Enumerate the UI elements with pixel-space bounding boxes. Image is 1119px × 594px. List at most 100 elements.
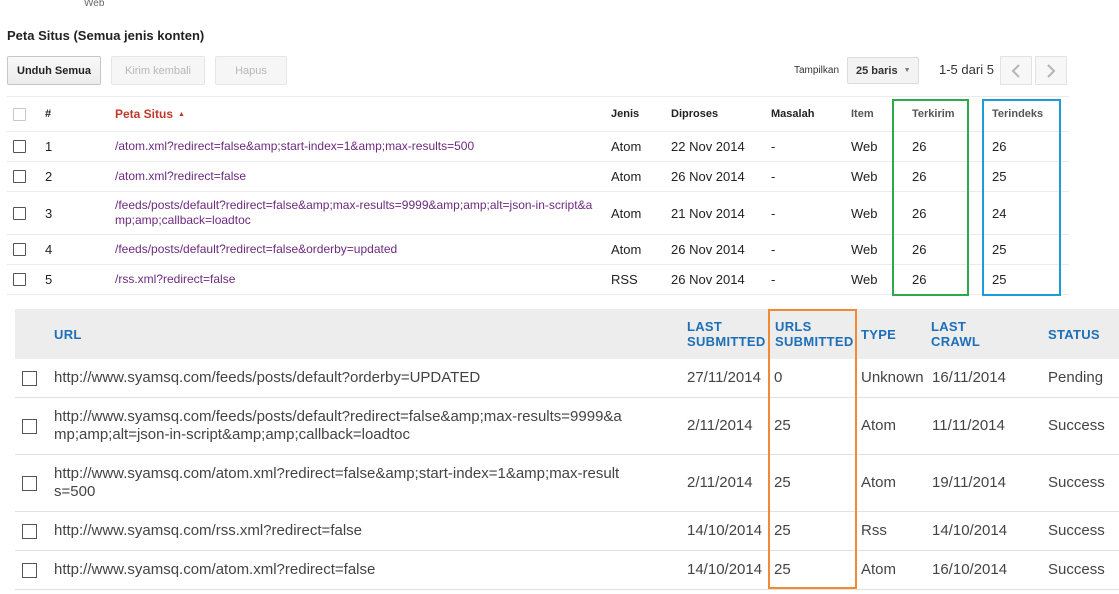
sitemap-processed: 26 Nov 2014 — [671, 272, 745, 287]
row-number: 3 — [45, 205, 53, 221]
row-number: 5 — [45, 272, 53, 287]
last-submitted: 2/11/2014 — [687, 417, 753, 434]
table-row: http://www.syamsq.com/atom.xml?redirect=… — [15, 455, 1119, 512]
submitted-highlight-box — [892, 99, 969, 296]
rows-per-page-value: 25 baris — [856, 64, 898, 77]
next-page-button[interactable] — [1035, 56, 1067, 85]
page-title: Peta Situs (Semua jenis konten) — [7, 28, 205, 43]
table-row: http://www.syamsq.com/rss.xml?redirect=f… — [15, 512, 1119, 551]
sitemap-type: RSS — [611, 272, 638, 287]
column-header-issues[interactable]: Masalah — [771, 97, 814, 131]
sitemap-item: Web — [851, 272, 878, 287]
sitemap-issues: - — [771, 139, 776, 154]
last-crawl: 11/11/2014 — [932, 417, 1005, 434]
last-crawl: 16/11/2014 — [932, 369, 1006, 386]
column-header-type[interactable]: TYPE — [861, 309, 896, 359]
old-table-header: URL LAST SUBMITTED URLS SUBMITTED TYPE L… — [15, 309, 1119, 359]
sitemap-processed: 26 Nov 2014 — [671, 242, 745, 257]
table-row: http://www.syamsq.com/feeds/posts/defaul… — [15, 359, 1119, 398]
indexed-highlight-box — [982, 99, 1061, 296]
column-header-sitemap[interactable]: Peta Situs ▲ — [115, 97, 600, 131]
column-header-sitemap-label: Peta Situs — [115, 106, 174, 121]
sitemap-type: Unknown — [861, 369, 924, 386]
row-number: 1 — [45, 139, 53, 154]
sitemap-url[interactable]: http://www.syamsq.com/feeds/posts/defaul… — [54, 359, 624, 397]
sitemap-item: Web — [851, 139, 878, 154]
sitemap-url[interactable]: http://www.syamsq.com/atom.xml?redirect=… — [54, 551, 624, 589]
status-value: Success — [1048, 417, 1105, 434]
rows-per-page-label: Tampilkan — [794, 65, 840, 76]
sitemap-issues: - — [771, 205, 776, 221]
row-checkbox[interactable] — [13, 265, 26, 294]
status-value: Success — [1048, 522, 1105, 539]
previous-page-button[interactable] — [1000, 56, 1032, 85]
row-checkbox[interactable] — [13, 132, 26, 161]
sitemap-url[interactable]: http://www.syamsq.com/feeds/posts/defaul… — [54, 398, 624, 454]
table-row: http://www.syamsq.com/atom.xml?redirect=… — [15, 551, 1119, 590]
breadcrumb[interactable]: Web — [84, 0, 104, 9]
row-checkbox[interactable] — [13, 235, 26, 264]
sitemap-link[interactable]: /feeds/posts/default?redirect=false&amp;… — [115, 192, 600, 234]
chevron-right-icon — [1047, 63, 1056, 78]
row-checkbox[interactable] — [22, 551, 37, 589]
sitemap-type: Atom — [611, 242, 642, 257]
last-submitted: 14/10/2014 — [687, 561, 763, 578]
column-header-url[interactable]: URL — [54, 309, 82, 359]
sitemap-link[interactable]: /atom.xml?redirect=false — [115, 162, 600, 191]
sitemap-type: Atom — [861, 561, 897, 578]
sitemap-type: Atom — [611, 169, 642, 184]
sitemap-type: Atom — [611, 205, 642, 221]
row-checkbox[interactable] — [13, 192, 26, 234]
chevron-left-icon — [1011, 63, 1020, 78]
sitemap-type: Atom — [861, 474, 897, 491]
status-value: Success — [1048, 474, 1105, 491]
last-submitted: 2/11/2014 — [687, 474, 753, 491]
last-crawl: 14/10/2014 — [932, 522, 1008, 539]
row-checkbox[interactable] — [22, 398, 37, 454]
delete-button[interactable]: Hapus — [215, 56, 287, 85]
column-header-number: # — [45, 108, 52, 120]
row-checkbox[interactable] — [22, 455, 37, 511]
column-header-last-submitted[interactable]: LAST SUBMITTED — [687, 309, 769, 359]
status-value: Pending — [1048, 369, 1104, 386]
row-number: 4 — [45, 242, 53, 257]
sitemap-issues: - — [771, 242, 776, 257]
last-crawl: 16/10/2014 — [932, 561, 1008, 578]
sort-ascending-icon: ▲ — [178, 110, 185, 118]
sitemap-processed: 22 Nov 2014 — [671, 139, 745, 154]
row-checkbox[interactable] — [22, 359, 37, 397]
column-header-last-crawl[interactable]: LAST CRAWL — [931, 309, 991, 359]
sitemap-url[interactable]: http://www.syamsq.com/atom.xml?redirect=… — [54, 455, 624, 511]
select-all-checkbox[interactable] — [13, 97, 26, 131]
last-submitted: 27/11/2014 — [687, 369, 761, 386]
sitemap-issues: - — [771, 169, 776, 184]
sitemap-link[interactable]: /rss.xml?redirect=false — [115, 265, 600, 294]
resend-button[interactable]: Kirim kembali — [111, 56, 205, 85]
row-checkbox[interactable] — [13, 162, 26, 191]
sitemap-type: Atom — [611, 139, 642, 154]
download-all-button[interactable]: Unduh Semua — [7, 56, 101, 85]
urls-submitted-highlight-box — [768, 309, 857, 589]
column-header-type[interactable]: Jenis — [611, 97, 639, 131]
sitemap-url[interactable]: http://www.syamsq.com/rss.xml?redirect=f… — [54, 512, 624, 550]
sitemap-type: Rss — [861, 522, 887, 539]
pagination-info: 1-5 dari 5 — [939, 62, 994, 77]
column-header-processed[interactable]: Diproses — [671, 97, 718, 131]
last-submitted: 14/10/2014 — [687, 522, 763, 539]
column-header-item: Item — [851, 108, 874, 120]
column-header-status[interactable]: STATUS — [1048, 309, 1100, 359]
last-crawl: 19/11/2014 — [932, 474, 1006, 491]
row-number: 2 — [45, 169, 53, 184]
sitemap-link[interactable]: /atom.xml?redirect=false&amp;start-index… — [115, 132, 600, 161]
row-checkbox[interactable] — [22, 512, 37, 550]
sitemap-item: Web — [851, 205, 878, 221]
sitemap-item: Web — [851, 169, 878, 184]
sitemap-processed: 21 Nov 2014 — [671, 205, 745, 221]
caret-down-icon: ▼ — [903, 67, 911, 74]
sitemap-link[interactable]: /feeds/posts/default?redirect=false&orde… — [115, 235, 600, 264]
sitemap-type: Atom — [861, 417, 897, 434]
status-value: Success — [1048, 561, 1105, 578]
rows-per-page-select[interactable]: 25 baris ▼ — [847, 57, 919, 84]
sitemap-processed: 26 Nov 2014 — [671, 169, 745, 184]
table-row: http://www.syamsq.com/feeds/posts/defaul… — [15, 398, 1119, 455]
